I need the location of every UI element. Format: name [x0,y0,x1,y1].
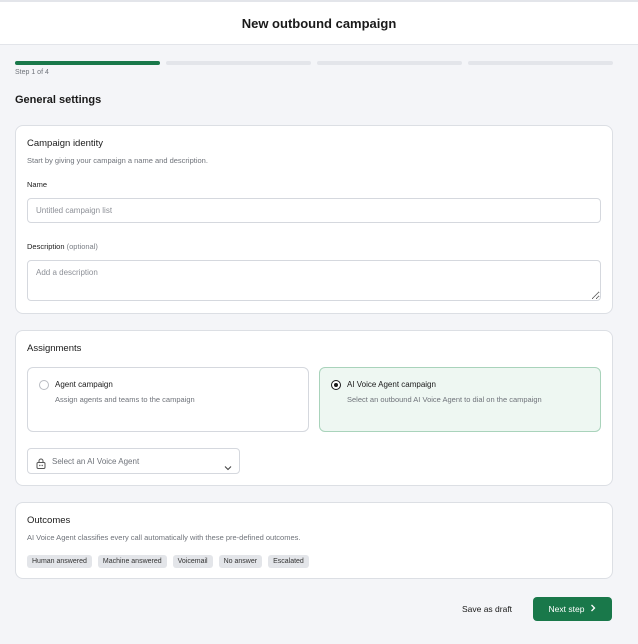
progress-segment-3 [317,61,462,65]
option-title: AI Voice Agent campaign [347,380,436,389]
assignments-card: Assignments Agent campaign Assign agents… [15,330,613,486]
option-description: Assign agents and teams to the campaign [55,395,195,404]
outcome-chip: Human answered [27,555,92,568]
outcome-chip: No answer [218,555,263,568]
progress-segment-4 [468,61,613,65]
chevron-right-icon [590,604,596,614]
outcome-chip: Voicemail [172,555,213,568]
card-title: Campaign identity [27,138,104,149]
card-title: Outcomes [27,515,71,526]
optional-hint: (optional) [66,242,98,251]
card-subtitle: AI Voice Agent classifies every call aut… [27,533,301,542]
name-label: Name [27,180,48,189]
outcomes-card: Outcomes AI Voice Agent classifies every… [15,502,613,579]
step-progress [15,61,613,65]
outcome-chips: Human answered Machine answered Voicemai… [27,555,309,568]
description-textarea[interactable] [27,260,601,301]
ai-voice-agent-campaign-radio[interactable] [331,380,341,390]
page-title: New outbound campaign [241,15,397,31]
section-title: General settings [15,94,102,106]
save-as-draft-button[interactable]: Save as draft [453,597,521,621]
next-step-button[interactable]: Next step [533,597,612,621]
agent-campaign-radio[interactable] [39,380,49,390]
description-label: Description (optional) [27,242,98,251]
next-step-label: Next step [548,604,585,614]
page-header: New outbound campaign [0,2,638,45]
progress-segment-2 [166,61,311,65]
chevron-down-icon [224,458,232,476]
description-label-text: Description [27,242,65,251]
ai-voice-agent-select[interactable]: Select an AI Voice Agent [27,448,240,474]
outcome-chip: Machine answered [97,555,167,568]
step-indicator: Step 1 of 4 [15,69,49,76]
agent-campaign-option[interactable]: Agent campaign Assign agents and teams t… [27,367,309,432]
robot-lock-icon [36,456,46,474]
name-input[interactable] [27,198,601,223]
option-title: Agent campaign [55,380,113,389]
campaign-identity-card: Campaign identity Start by giving your c… [15,125,613,314]
agent-select-placeholder: Select an AI Voice Agent [52,457,140,466]
ai-voice-agent-campaign-option[interactable]: AI Voice Agent campaign Select an outbou… [319,367,601,432]
option-description: Select an outbound AI Voice Agent to dia… [347,395,542,404]
card-title: Assignments [27,343,82,354]
card-subtitle: Start by giving your campaign a name and… [27,156,208,165]
progress-segment-1 [15,61,160,65]
outcome-chip: Escalated [268,555,309,568]
